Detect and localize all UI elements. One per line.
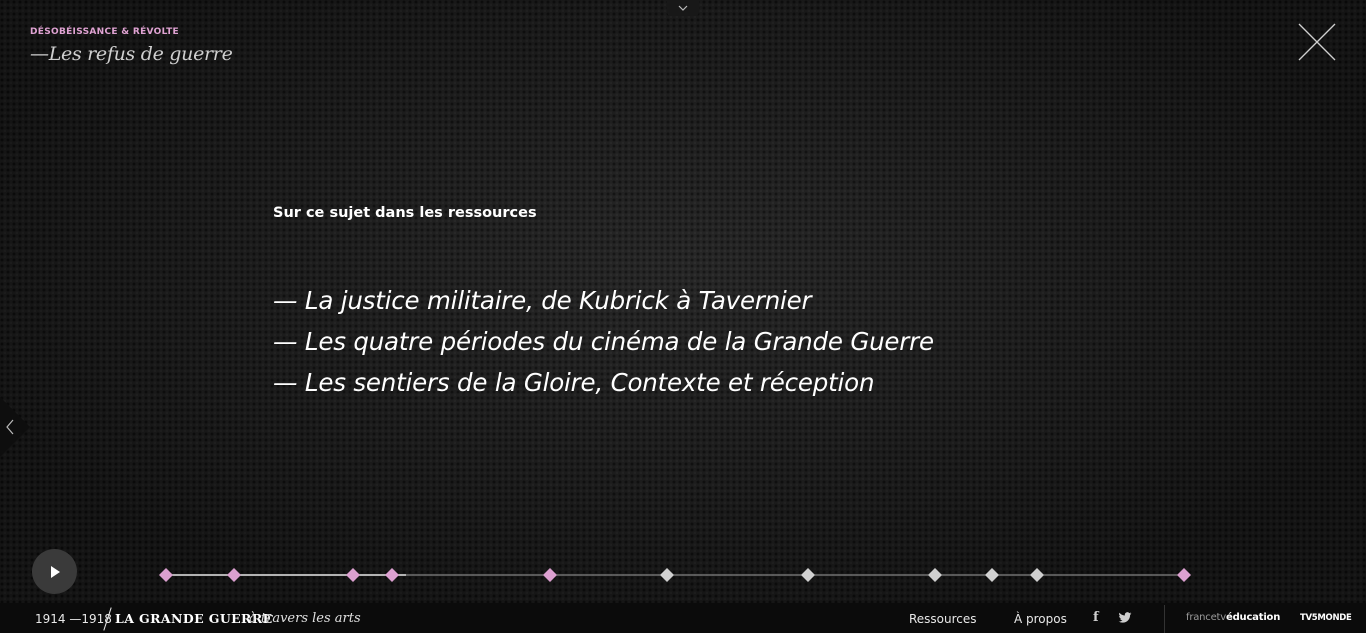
timeline-marker[interactable] [227,568,241,582]
close-button[interactable] [1298,23,1336,61]
footer-divider [1164,605,1165,633]
timeline-marker[interactable] [1177,568,1191,582]
partner1-prefix: francetv [1186,612,1226,623]
partner-francetv-logo[interactable]: francetvéducation [1186,612,1280,623]
resources-list: — La justice militaire, de Kubrick à Tav… [273,280,934,403]
footer-tagline: à travers les arts [249,611,361,626]
twitter-icon[interactable] [1118,612,1132,628]
timeline-marker[interactable] [985,568,999,582]
timeline-marker[interactable] [801,568,815,582]
resource-link[interactable]: — Les sentiers de la Gloire, Contexte et… [273,368,874,397]
resource-item: — Les quatre périodes du cinéma de la Gr… [273,321,934,362]
resource-item: — La justice militaire, de Kubrick à Tav… [273,280,934,321]
facebook-icon[interactable]: f [1093,610,1099,625]
footer: 1914 —1918 LA GRANDE GUERRE à travers le… [0,603,1366,633]
previous-tab-shape [0,397,30,457]
footer-years: 1914 —1918 [35,612,112,626]
timeline-marker[interactable] [543,568,557,582]
section-title: —Les refus de guerre [30,43,233,65]
timeline-marker[interactable] [385,568,399,582]
close-icon [1298,23,1336,61]
resource-link[interactable]: — Les quatre périodes du cinéma de la Gr… [273,327,934,356]
chevron-down-icon [678,5,688,11]
timeline-marker[interactable] [928,568,942,582]
previous-tab[interactable] [0,397,30,457]
timeline-marker[interactable] [346,568,360,582]
timeline-marker[interactable] [660,568,674,582]
timeline-marker[interactable] [159,568,173,582]
partner1-suffix: éducation [1226,612,1281,623]
timeline-marker[interactable] [1030,568,1044,582]
timeline [159,568,1191,582]
resources-heading: Sur ce sujet dans les ressources [273,205,537,221]
resource-link[interactable]: — La justice militaire, de Kubrick à Tav… [273,286,812,315]
partner-tv5monde-logo[interactable]: TV5MONDE [1300,613,1352,623]
section-kicker: DÉSOBÉISSANCE & RÉVOLTE [30,27,180,37]
footer-link-resources[interactable]: Ressources [909,612,977,626]
footer-link-about[interactable]: À propos [1014,612,1067,626]
resource-item: — Les sentiers de la Gloire, Contexte et… [273,362,934,403]
scroll-up-tab[interactable] [667,0,699,16]
